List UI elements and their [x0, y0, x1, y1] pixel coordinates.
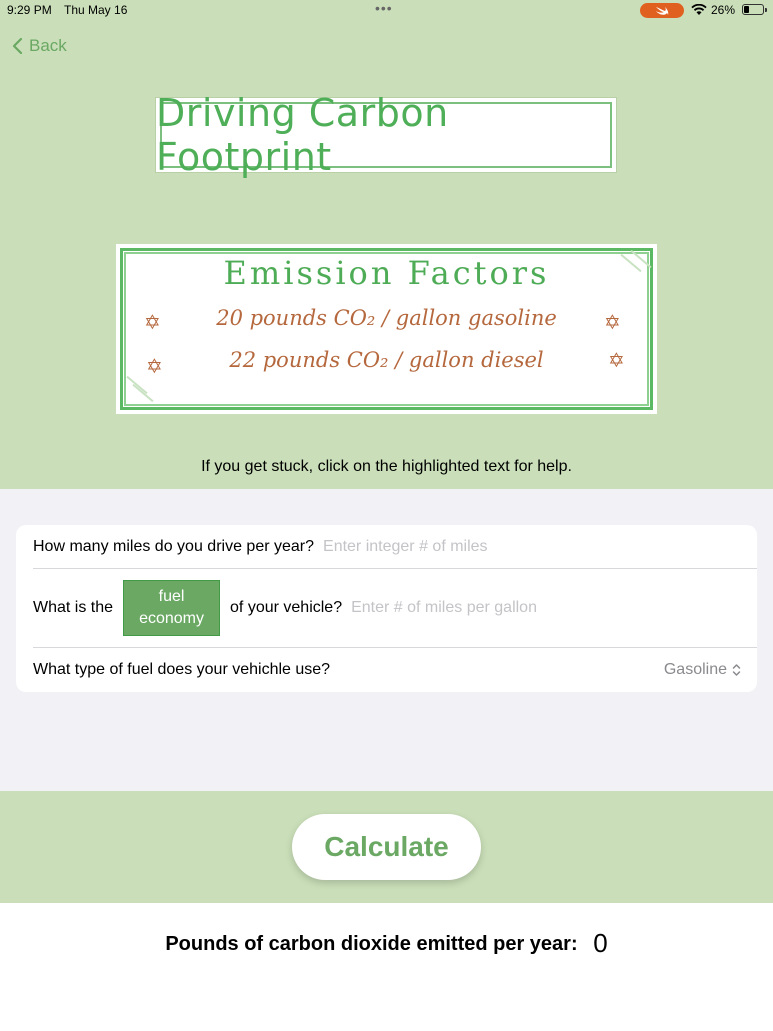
back-label: Back	[29, 36, 67, 55]
status-time: 9:29 PM	[7, 3, 52, 17]
fuel-type-value: Gasoline	[663, 660, 727, 678]
status-bar: 9:29 PM Thu May 16 ••• 26%	[0, 0, 773, 20]
fuel-type-row: What type of fuel does your vehichle use…	[33, 647, 757, 692]
mpg-input[interactable]: Enter # of miles per gallon	[351, 599, 537, 617]
fuel-type-picker[interactable]: Gasoline	[664, 661, 741, 679]
diesel-factor: 22 pounds CO₂ / gallon diesel	[229, 348, 544, 372]
battery-percent: 26%	[711, 3, 736, 17]
gasoline-factor: 20 pounds CO₂ / gallon gasoline	[216, 306, 557, 330]
title-banner: Driving Carbon Footprint	[155, 91, 617, 179]
fuel-economy-row: What is the fuel economy of your vehicle…	[33, 568, 757, 647]
calculate-label: Calculate	[324, 831, 449, 862]
chevron-updown-icon	[732, 663, 741, 676]
back-button[interactable]: Back	[12, 35, 67, 57]
result-row: Pounds of carbon dioxide emitted per yea…	[0, 928, 773, 959]
multitasking-dots-icon[interactable]: •••	[375, 0, 393, 16]
swift-icon	[640, 3, 684, 18]
emission-factors-card: Emission Factors ✡ ✡ 20 pounds CO₂ / gal…	[116, 244, 657, 414]
form-card: How many miles do you drive per year? En…	[16, 525, 757, 692]
result-value: 0	[593, 928, 608, 958]
fuel-economy-help-button[interactable]: fuel economy	[123, 579, 221, 636]
wifi-icon	[691, 3, 707, 19]
help-text: If you get stuck, click on the highlight…	[201, 458, 572, 475]
miles-input[interactable]: Enter integer # of miles	[323, 538, 488, 556]
fuel-economy-label: fuel economy	[139, 587, 204, 627]
status-date: Thu May 16	[64, 3, 128, 17]
miles-row: How many miles do you drive per year? En…	[33, 525, 757, 568]
result-label: Pounds of carbon dioxide emitted per yea…	[165, 933, 578, 955]
miles-label: How many miles do you drive per year?	[33, 537, 315, 555]
fuel-type-label: What type of fuel does your vehichle use…	[33, 660, 331, 678]
battery-tip	[765, 8, 767, 12]
battery-icon	[742, 4, 764, 15]
chevron-left-icon	[12, 37, 23, 55]
page-title: Driving Carbon Footprint	[156, 91, 449, 179]
fuel-economy-prefix: What is the	[33, 598, 114, 616]
emission-factors-title: Emission Factors	[223, 254, 550, 292]
calculate-button[interactable]: Calculate	[292, 814, 481, 880]
fuel-economy-suffix: of your vehicle?	[230, 598, 343, 616]
